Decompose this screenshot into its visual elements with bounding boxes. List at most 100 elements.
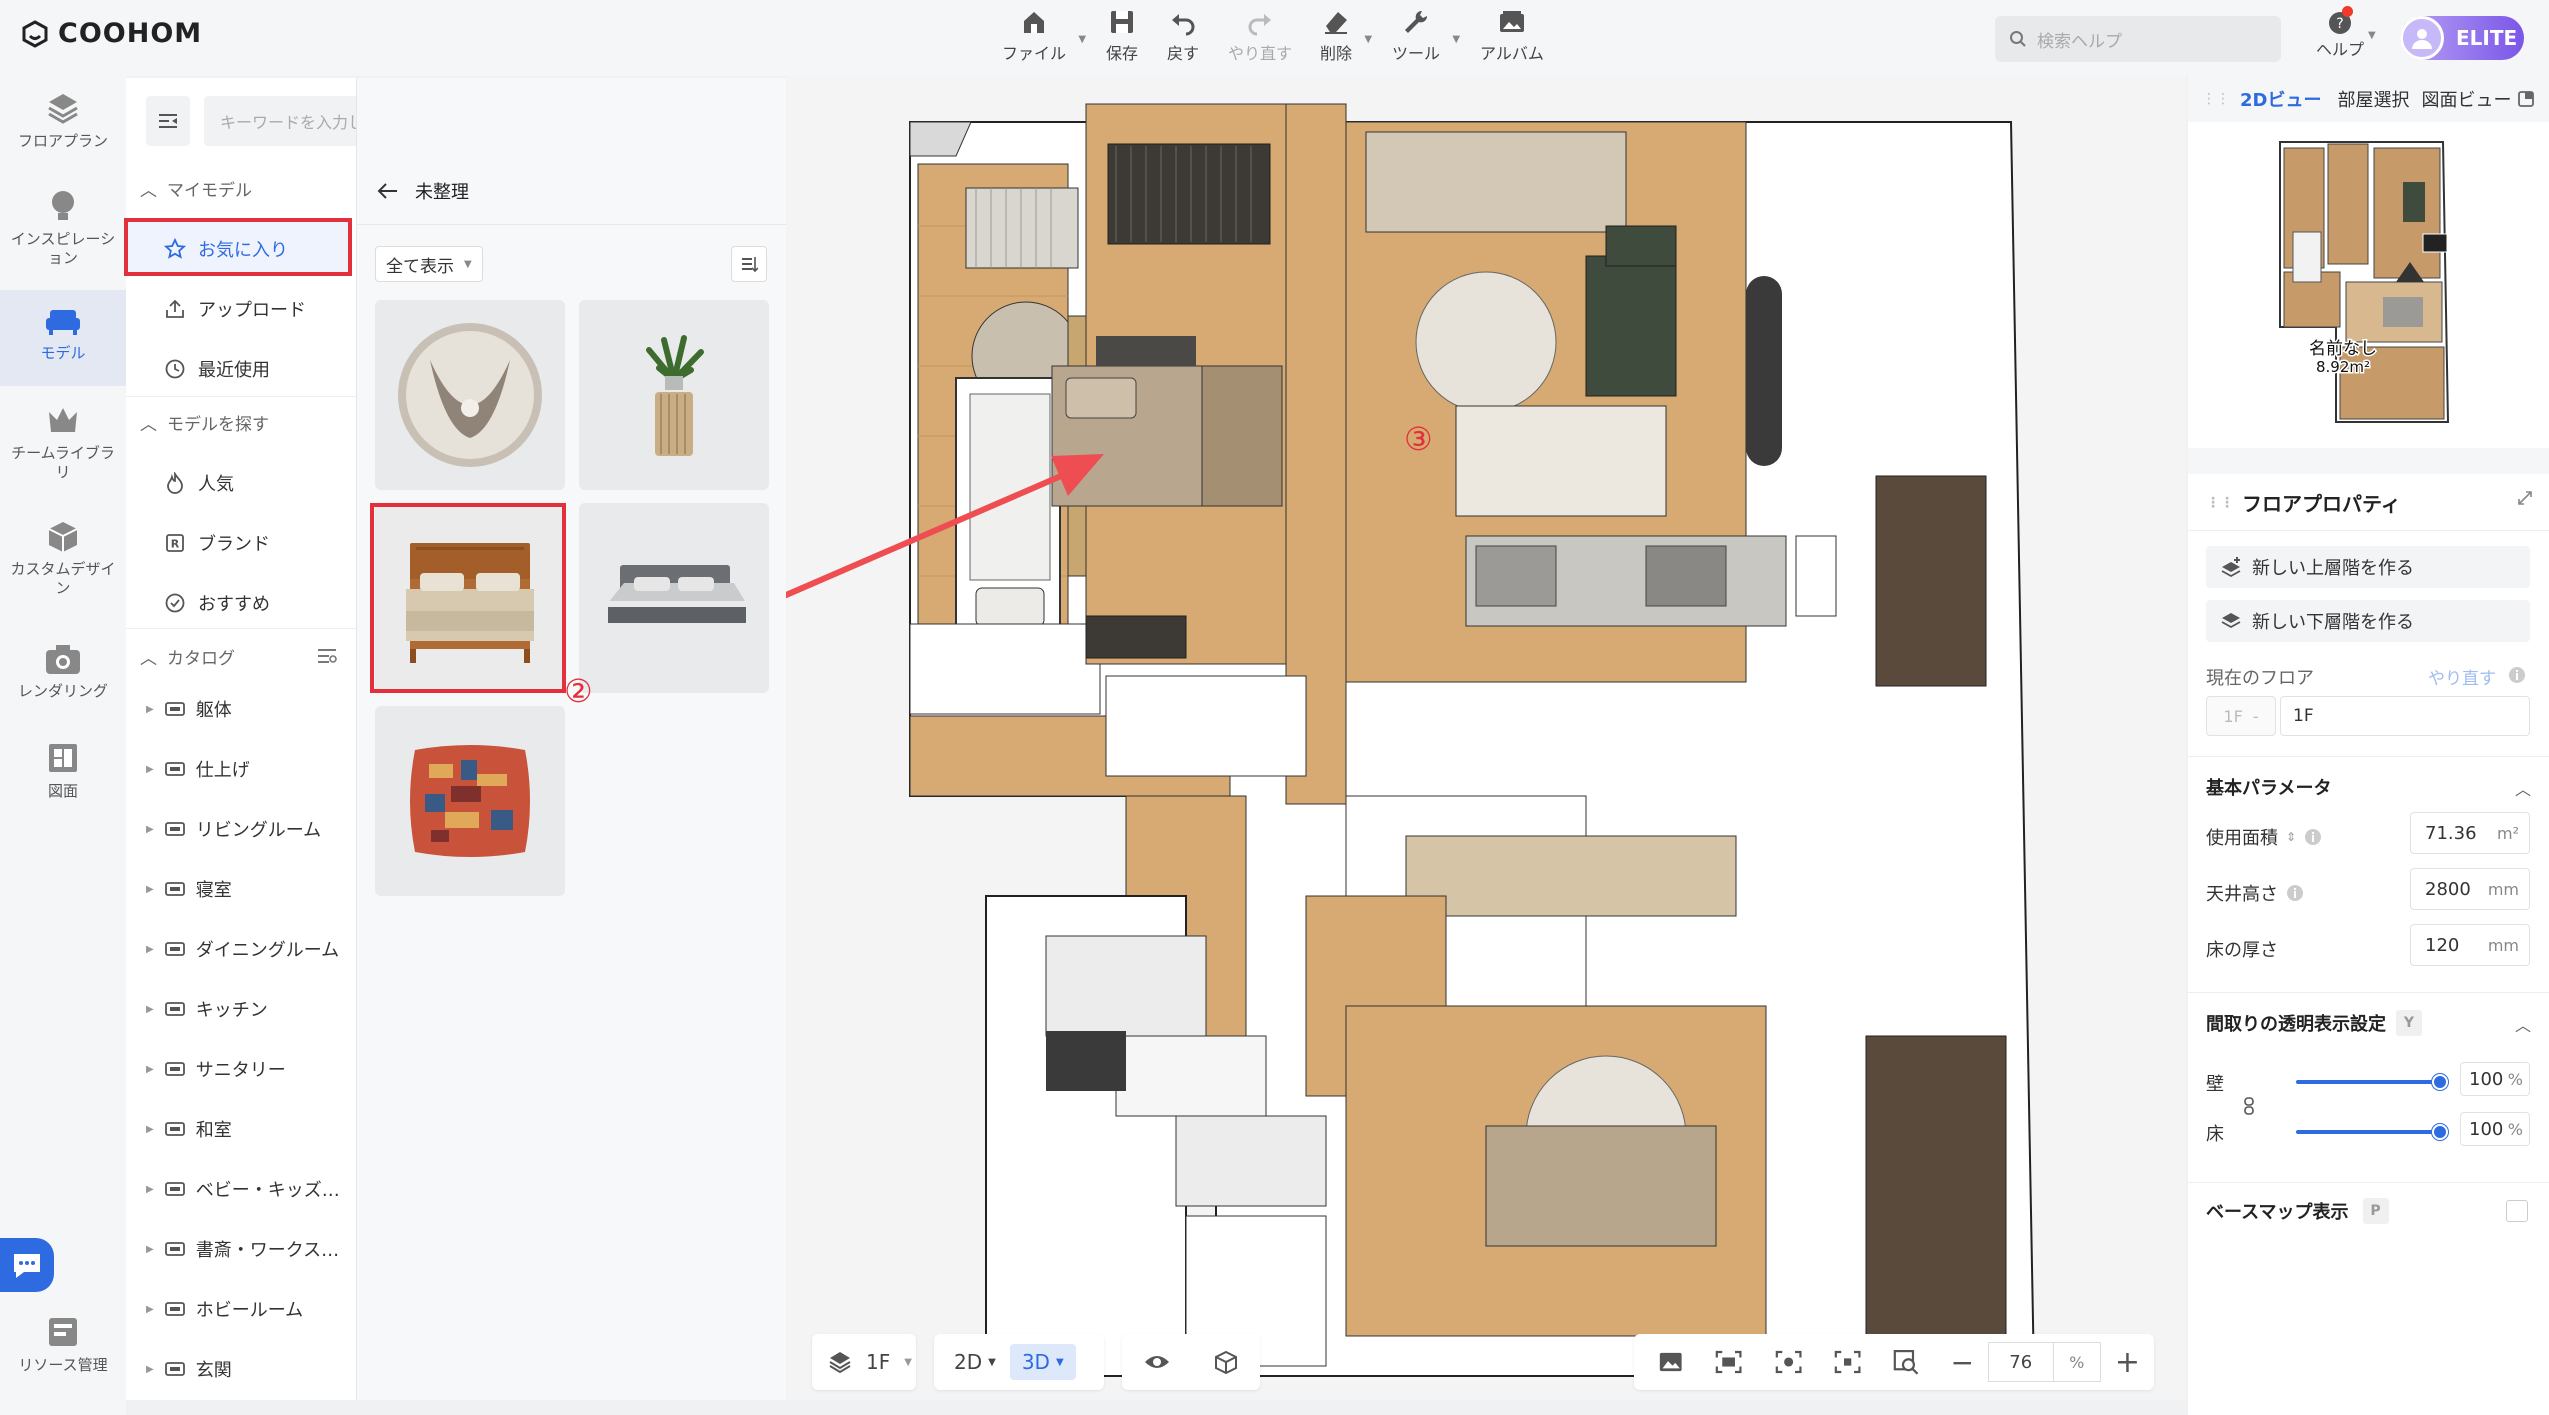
nav-model[interactable]: モデル [0, 290, 126, 386]
zoom-region-icon[interactable] [1893, 1348, 1920, 1376]
ceiling-height-input[interactable]: 2800 mm [2410, 868, 2530, 910]
basic-params-header[interactable]: 基本パラメータ [2206, 774, 2331, 800]
chat-button[interactable] [0, 1238, 54, 1292]
nav-rendering[interactable]: レンダリング [0, 642, 126, 701]
new-upper-floor-button[interactable]: 新しい上層階を作る [2206, 546, 2530, 588]
catalog-item-11[interactable]: ▶ 玄関 [146, 1356, 232, 1382]
nav-floorplan[interactable]: フロアプラン [0, 90, 126, 151]
account-button[interactable]: ELITE [2400, 16, 2524, 60]
eye-icon[interactable] [1143, 1352, 1171, 1372]
minimap[interactable]: 名前なし 8.92m² [2188, 122, 2549, 448]
redo-link[interactable]: やり直す [2428, 664, 2496, 689]
nav-custom-design[interactable]: カスタムデザイン [0, 518, 126, 598]
catalog-item-6[interactable]: ▶ サニタリー [146, 1056, 286, 1082]
3d-viewport[interactable] [786, 76, 2186, 1400]
catalog-item-1[interactable]: ▶ 仕上げ [146, 756, 250, 782]
link-icon[interactable] [2242, 1096, 2256, 1116]
panel-collapse-button[interactable] [146, 96, 190, 146]
find-models-header[interactable]: ︿ モデルを探す [140, 410, 269, 435]
find-item-brand[interactable]: R ブランド [164, 530, 270, 556]
zoom-in-button[interactable]: + [2115, 1345, 2140, 1380]
undo-button[interactable]: 戻す [1167, 8, 1199, 64]
coohom-logo[interactable]: COOHOM [20, 18, 202, 49]
minimize-icon[interactable] [2517, 90, 2535, 108]
tab-2d-view[interactable]: 2Dビュー [2240, 86, 2321, 112]
model-card-plant-stand[interactable] [579, 300, 769, 490]
tools-button[interactable]: ツール ▼ [1392, 8, 1460, 64]
transparency-header[interactable]: 間取りの透明表示設定 Y [2206, 1010, 2422, 1036]
drag-handle-icon[interactable]: ⋮⋮ [2206, 495, 2234, 511]
view-2d-button[interactable]: 2D ▼ [946, 1350, 1004, 1374]
catalog-item-9[interactable]: ▶ 書斎・ワークス… [146, 1236, 339, 1262]
wall-opacity-input[interactable]: 100 % [2460, 1062, 2530, 1096]
floor-thickness-input[interactable]: 120 mm [2410, 924, 2530, 966]
my-item-favorites[interactable]: お気に入り [164, 236, 288, 262]
save-button[interactable]: 保存 [1106, 8, 1138, 64]
basemap-checkbox[interactable] [2506, 1200, 2528, 1222]
sort-toggle-icon[interactable]: ⇕ [2286, 830, 2296, 844]
find-item-popular[interactable]: 人気 [164, 470, 234, 496]
tab-room-select[interactable]: 部屋選択 [2337, 86, 2409, 112]
filter-dropdown[interactable]: 全て表示 ▼ [375, 246, 483, 282]
model-card-round-rug[interactable] [375, 300, 565, 490]
plant-thumbnail [646, 335, 704, 456]
catalog-item-4[interactable]: ▶ ダイニングルーム [146, 936, 339, 962]
my-item-recent[interactable]: 最近使用 [164, 356, 270, 382]
floor-selector[interactable]: 1F ▼ [812, 1334, 916, 1390]
expand-icon[interactable] [2517, 490, 2533, 506]
help-search-input[interactable]: 検索ヘルプ [1995, 16, 2281, 62]
file-menu-button[interactable]: ファイル ▼ [1002, 8, 1086, 64]
drag-handle-icon[interactable]: ⋮⋮ [2202, 91, 2230, 107]
delete-button[interactable]: 削除 ▼ [1320, 8, 1372, 64]
view-3d-button[interactable]: 3D ▼ [1009, 1344, 1076, 1380]
nav-inspiration[interactable]: インスピレーション [0, 188, 126, 268]
model-card-grey-bed[interactable] [579, 503, 769, 693]
model-card-cushion[interactable] [375, 706, 565, 896]
usable-area-input[interactable]: 71.36 m² [2410, 812, 2530, 854]
screenshot-icon[interactable] [1658, 1350, 1683, 1374]
item-label: 人気 [198, 474, 234, 495]
redo-button[interactable]: やり直す [1228, 8, 1292, 64]
my-item-upload[interactable]: アップロード [164, 296, 306, 322]
my-models-header[interactable]: ︿ マイモデル [140, 176, 252, 201]
new-lower-floor-button[interactable]: 新しい下層階を作る [2206, 600, 2530, 642]
tab-drawing-view[interactable]: 図面ビュー [2421, 86, 2511, 112]
chevron-up-icon[interactable]: ︿ [2515, 1012, 2531, 1036]
help-button[interactable]: ? ヘルプ [2316, 10, 2364, 60]
floor-opacity-slider[interactable] [2296, 1130, 2438, 1134]
cube-icon[interactable] [1213, 1349, 1239, 1375]
floor-name-input[interactable]: 1F [2280, 696, 2530, 736]
catalog-item-7[interactable]: ▶ 和室 [146, 1116, 232, 1142]
nav-drawing[interactable]: 図面 [0, 740, 126, 801]
catalog-item-0[interactable]: ▶ 躯体 [146, 696, 232, 722]
grey-bed-thumbnail [608, 565, 746, 623]
wall-slider-knob[interactable] [2432, 1074, 2448, 1090]
section-title: ベースマップ表示 [2206, 1202, 2349, 1223]
back-arrow-icon[interactable] [377, 181, 399, 201]
filter-settings-icon[interactable] [316, 646, 338, 666]
wall-opacity-slider[interactable] [2296, 1080, 2438, 1084]
catalog-item-2[interactable]: ▶ リビングルーム [146, 816, 321, 842]
floor-opacity-input[interactable]: 100 % [2460, 1112, 2530, 1146]
find-item-recommended[interactable]: おすすめ [164, 590, 270, 616]
fit-view-icon[interactable] [1775, 1349, 1802, 1375]
catalog-item-5[interactable]: ▶ キッチン [146, 996, 268, 1022]
catalog-item-8[interactable]: ▶ ベビー・キッズ… [146, 1176, 340, 1202]
catalog-header[interactable]: ︿ カタログ [140, 644, 235, 669]
zoom-out-button[interactable]: − [1950, 1346, 1973, 1379]
nav-resource-management[interactable]: リソース管理 [0, 1314, 126, 1375]
folder-header: 未整理 [377, 178, 469, 204]
focus-icon[interactable] [1834, 1349, 1861, 1375]
album-button[interactable]: アルバム [1480, 8, 1544, 64]
divider [2188, 530, 2549, 531]
chevron-up-icon: ︿ [140, 181, 157, 201]
frame-select-icon[interactable] [1715, 1349, 1742, 1375]
zoom-value-input[interactable]: 76 [1987, 1342, 2054, 1382]
current-floor-label: 現在のフロア [2206, 668, 2314, 689]
nav-team-library[interactable]: チームライブラリ [0, 404, 126, 482]
catalog-item-3[interactable]: ▶ 寝室 [146, 876, 232, 902]
chevron-up-icon[interactable]: ︿ [2515, 776, 2531, 800]
catalog-item-10[interactable]: ▶ ホビールーム [146, 1296, 303, 1322]
floor-slider-knob[interactable] [2432, 1124, 2448, 1140]
sort-button[interactable] [731, 246, 767, 282]
